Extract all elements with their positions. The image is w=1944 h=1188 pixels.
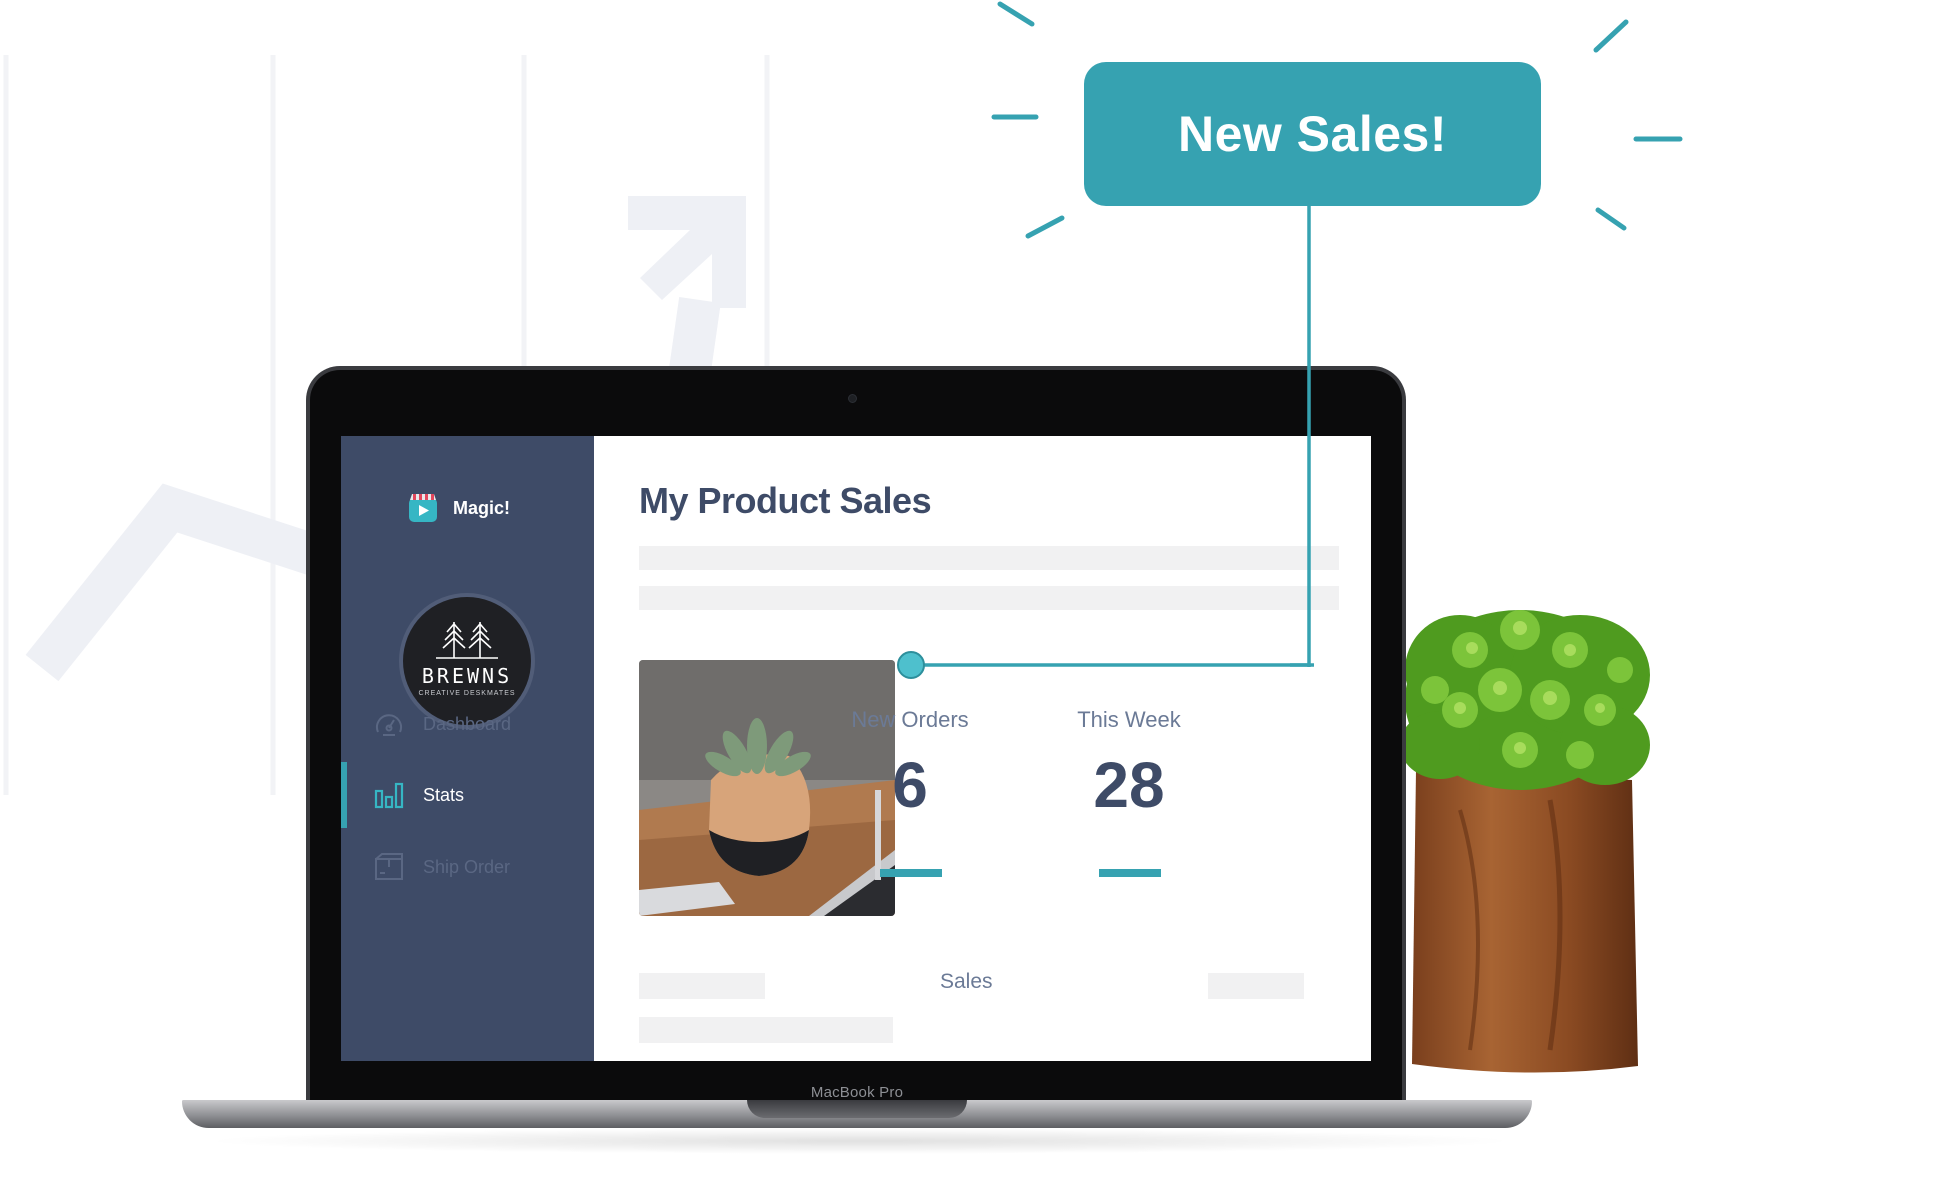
package-icon [375,853,403,880]
app-screen: Magic! BREWNS CREATIVE DESKMATES Dashboa… [341,436,1371,1061]
placeholder-block [639,1017,893,1043]
laptop-shadow [200,1128,1520,1154]
sidebar-item-dashboard[interactable]: Dashboard [341,691,594,757]
callout-text: New Sales! [1177,106,1447,162]
stat-value-this-week: 28 [1093,749,1165,821]
app-name: Magic! [453,497,511,518]
stat-label-new-orders: New Orders [851,707,969,732]
dashboard-icon [376,714,402,736]
sidebar-item-label: Stats [423,784,465,805]
potted-plant [1400,610,1650,1073]
sidebar-item-label: Dashboard [423,713,512,734]
new-sales-callout: New Sales! [1084,62,1541,206]
brand-title: BREWNS [421,663,513,688]
main-content: My Product Sales New Orders 6 This Week … [594,436,1371,1061]
pine-trees-icon [436,621,498,659]
placeholder-block [1208,973,1304,999]
stat-underline [880,869,942,877]
sidebar-item-label: Ship Order [423,856,511,877]
app-logo[interactable]: Magic! [407,492,510,524]
stat-underline [1099,869,1161,877]
bar-chart-icon [374,782,404,809]
sales-label: Sales [940,970,993,993]
laptop-hinge-notch [747,1100,967,1118]
camera-icon [848,394,857,403]
sidebar-item-ship-order[interactable]: Ship Order [341,834,594,900]
magic-app-icon [409,494,437,522]
stat-label-this-week: This Week [1077,707,1181,732]
placeholder-block [639,973,765,999]
stat-value-new-orders: 6 [892,749,928,821]
sidebar: Magic! BREWNS CREATIVE DESKMATES Dashboa… [341,436,594,1061]
sidebar-item-stats[interactable]: Stats [341,762,594,828]
marketing-stage: New Sales! Magic! BREWNS CREATIVE DESKMA… [0,0,1944,1188]
laptop-brand-label: MacBook Pro [810,1084,904,1101]
